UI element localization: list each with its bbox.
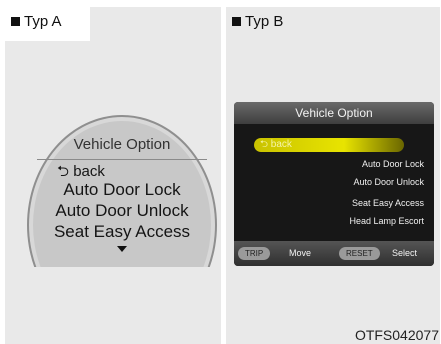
return-arrow-icon: ⮌ <box>57 163 70 180</box>
screen-menu-item[interactable]: Seat Easy Access <box>284 198 424 208</box>
dial-back-label: back <box>73 163 105 180</box>
dial-menu-item[interactable]: Auto Door Unlock <box>37 201 207 221</box>
square-bullet-icon <box>232 17 241 26</box>
screen-menu-item[interactable]: Auto Door Unlock <box>284 177 424 187</box>
screen-header: Vehicle Option <box>234 102 434 124</box>
triangle-down-icon <box>117 246 127 252</box>
lcd-screen: Vehicle Option ⮌ back Auto Door Lock Aut… <box>234 102 434 266</box>
dial-menu-item[interactable]: Auto Door Lock <box>37 180 207 200</box>
screen-footer: TRIP Move RESET Select <box>234 241 434 266</box>
screen-back-item[interactable]: ⮌ back <box>254 138 404 152</box>
panel-typ-b: Typ B Vehicle Option ⮌ back Auto Door Lo… <box>226 7 440 344</box>
reset-button[interactable]: RESET <box>339 247 380 260</box>
square-bullet-icon <box>11 17 20 26</box>
move-label: Move <box>289 248 312 258</box>
trip-button[interactable]: TRIP <box>238 247 271 260</box>
screen-back-label: ⮌ back <box>260 138 292 152</box>
screen-menu-item[interactable]: Auto Door Lock <box>284 159 424 169</box>
screen-back-text: back <box>270 139 292 150</box>
panel-title-a-text: Typ A <box>24 13 62 30</box>
dial-display: Vehicle Option ⮌ back Auto Door Lock Aut… <box>27 115 217 267</box>
return-arrow-icon: ⮌ <box>260 139 269 150</box>
dial-header: Vehicle Option <box>37 131 207 160</box>
dial-menu-item[interactable]: Seat Easy Access <box>37 222 207 242</box>
screen-menu-item[interactable]: Head Lamp Escort <box>284 216 424 226</box>
select-label: Select <box>392 248 418 258</box>
panel-typ-a: Typ A Vehicle Option ⮌ back Auto Door Lo… <box>5 7 221 344</box>
panel-title-a: Typ A <box>11 13 62 30</box>
panel-title-b-text: Typ B <box>245 13 284 30</box>
figure-code: OTFS042077 <box>354 327 439 343</box>
panel-title-b: Typ B <box>232 13 283 30</box>
